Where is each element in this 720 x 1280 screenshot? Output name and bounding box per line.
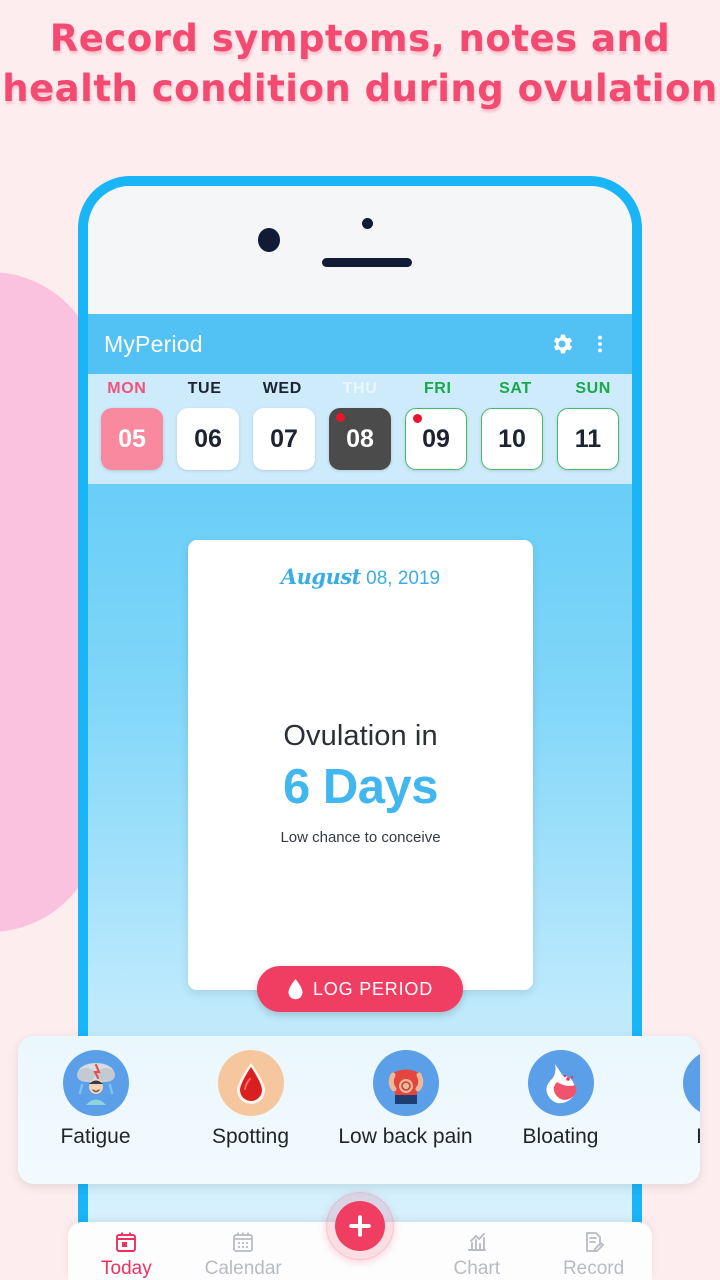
overflow-menu-icon[interactable] — [584, 328, 616, 360]
card-date-rest: 08, 2019 — [360, 568, 441, 589]
conception-chance-text: Low chance to conceive — [280, 829, 441, 846]
symptom-item-fatigue[interactable]: Fatigue — [18, 1050, 173, 1150]
date-cell[interactable]: 11 — [557, 408, 619, 470]
weekday-header-row: MON TUE WED THU FRI SAT SUN — [88, 374, 632, 400]
date-cell[interactable]: 06 — [177, 408, 239, 470]
symptom-item-spotting[interactable]: Spotting — [173, 1050, 328, 1150]
front-camera-icon — [258, 228, 280, 252]
earpiece-speaker-icon — [322, 258, 412, 267]
card-date-month: August — [280, 564, 362, 589]
nav-item-record[interactable]: Record — [535, 1222, 652, 1280]
date-cell-label: 09 — [422, 424, 450, 453]
symptom-label: Spotting — [211, 1125, 290, 1148]
symptom-item-low-back-pain[interactable]: Low back pain — [328, 1050, 483, 1150]
headache-icon — [682, 1050, 700, 1116]
symptom-label: Hea — [638, 1124, 700, 1150]
phone-notch-area — [88, 186, 632, 314]
ovulation-label: Ovulation in — [283, 720, 438, 752]
nav-item-chart[interactable]: Chart — [418, 1222, 535, 1280]
weekday-tue: TUE — [187, 380, 222, 397]
low-back-pain-icon — [372, 1050, 439, 1116]
symptom-carousel[interactable]: Fatigue Spotting Low back pain Bloating — [18, 1036, 700, 1184]
weekday-wed: WED — [262, 380, 302, 397]
weekday-sun: SUN — [575, 380, 611, 397]
symptom-label: Fatigue — [60, 1125, 131, 1148]
plus-icon — [345, 1211, 375, 1241]
promo-headline-line-1: Record symptoms, notes and — [49, 17, 671, 60]
nav-label: Calendar — [204, 1258, 282, 1279]
symptom-item-headache[interactable]: Hea — [638, 1050, 700, 1150]
bar-chart-icon — [465, 1228, 489, 1256]
app-title: MyPeriod — [104, 330, 203, 357]
nav-label: Chart — [453, 1258, 501, 1279]
symptom-label: Bloating — [522, 1125, 599, 1148]
date-cell[interactable]: 05 — [101, 408, 163, 470]
promo-headline: Record symptoms, notes and health condit… — [0, 14, 720, 114]
period-dot-icon — [336, 413, 345, 422]
weekday-sat: SAT — [499, 380, 532, 397]
date-cell[interactable]: 07 — [253, 408, 315, 470]
symptom-item-bloating[interactable]: Bloating — [483, 1050, 638, 1150]
nav-label: Record — [562, 1258, 625, 1279]
weekday-mon: MON — [107, 380, 147, 397]
weekday-fri: FRI — [423, 380, 452, 397]
gear-icon[interactable] — [546, 328, 578, 360]
symptom-label: Low back pain — [338, 1125, 473, 1148]
blood-drop-icon — [217, 1050, 284, 1116]
week-date-row: 05 06 07 08 09 10 11 — [88, 400, 632, 484]
date-cell[interactable]: 09 — [405, 408, 467, 470]
sensor-dot-icon — [362, 218, 373, 229]
date-cell[interactable]: 10 — [481, 408, 543, 470]
stomach-icon — [527, 1050, 594, 1116]
blood-drop-icon — [287, 978, 304, 1000]
today-calendar-icon — [114, 1228, 138, 1256]
note-edit-icon — [582, 1228, 606, 1256]
nav-item-calendar[interactable]: Calendar — [185, 1222, 302, 1280]
nav-label: Today — [101, 1258, 152, 1279]
log-period-label: LOG PERIOD — [312, 978, 434, 999]
weekday-thu: THU — [342, 380, 378, 397]
fatigue-icon — [62, 1050, 129, 1116]
ovulation-countdown: 6 Days — [282, 760, 439, 814]
log-period-button[interactable]: LOG PERIOD — [256, 966, 464, 1012]
date-cell-today[interactable]: 08 — [329, 408, 391, 470]
promo-headline-line-2: health condition during ovulation — [2, 67, 718, 110]
add-record-fab[interactable] — [326, 1192, 394, 1260]
date-cell-label: 08 — [346, 424, 374, 453]
card-date: August 08, 2019 — [188, 540, 533, 590]
app-bar: MyPeriod — [88, 314, 632, 374]
nav-item-today[interactable]: Today — [68, 1222, 185, 1280]
ovulation-summary: Ovulation in 6 Days Low chance to concei… — [188, 720, 533, 846]
period-dot-icon — [413, 414, 422, 423]
calendar-grid-icon — [231, 1228, 255, 1256]
ovulation-card: August 08, 2019 Ovulation in 6 Days Low … — [188, 540, 533, 990]
